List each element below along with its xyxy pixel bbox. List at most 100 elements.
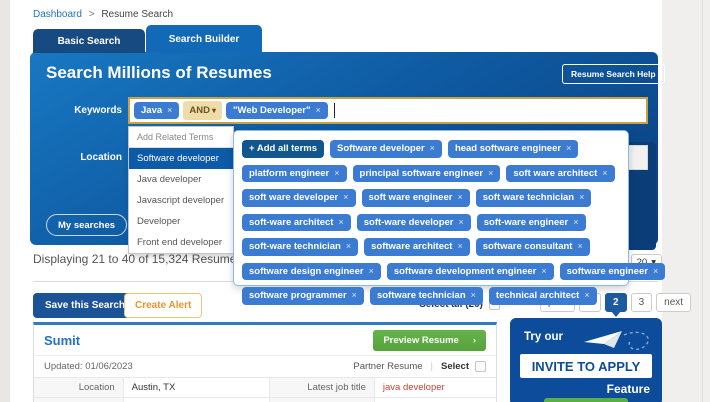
field-value-highlighted: java developer bbox=[374, 377, 496, 398]
remove-icon[interactable]: × bbox=[459, 217, 464, 227]
remove-icon[interactable]: × bbox=[579, 193, 584, 202]
table-row: Location Austin, TX Latest job title jav… bbox=[34, 377, 496, 398]
remove-icon[interactable]: × bbox=[541, 266, 546, 276]
field-value: 30 miles bbox=[374, 397, 496, 402]
breadcrumb: Dashboard > Resume Search bbox=[33, 9, 173, 20]
remove-icon[interactable]: × bbox=[369, 266, 374, 276]
paper-airplane-icon bbox=[584, 331, 649, 351]
text-cursor bbox=[333, 103, 335, 118]
remove-icon[interactable]: × bbox=[566, 144, 571, 153]
related-term-chip[interactable]: soft-ware architect × bbox=[242, 213, 351, 231]
related-term-chip[interactable]: software consultant × bbox=[475, 238, 590, 256]
breadcrumb-separator: > bbox=[88, 9, 95, 20]
tab-basic-search[interactable]: Basic Search bbox=[33, 29, 145, 53]
remove-icon[interactable]: × bbox=[653, 266, 658, 276]
related-term-chip[interactable]: soft ware architect × bbox=[506, 164, 615, 182]
dropdown-item-java-developer[interactable]: Java developer bbox=[129, 169, 233, 190]
preview-resume-button[interactable]: Preview Resume › bbox=[373, 329, 486, 351]
page-left-margin bbox=[0, 0, 10, 402]
related-terms-popup: + Add all terms Software developer × head… bbox=[233, 130, 666, 305]
remove-icon[interactable]: × bbox=[338, 217, 343, 227]
select-resume-label: Select bbox=[441, 361, 469, 372]
related-term-chip[interactable]: software design engineer × bbox=[242, 262, 381, 280]
related-term-chip[interactable]: head software engineer × bbox=[447, 140, 579, 158]
remove-icon[interactable]: × bbox=[577, 242, 582, 251]
related-term-chip[interactable]: soft ware technician × bbox=[475, 189, 592, 207]
panel-title: Search Millions of Resumes bbox=[46, 63, 272, 82]
candidate-name-link[interactable]: Sumit bbox=[44, 333, 80, 348]
resume-search-help-button[interactable]: Resume Search Help bbox=[562, 64, 665, 84]
operator-chip-and[interactable]: AND ▾ bbox=[183, 101, 223, 120]
updated-date: Updated: 01/06/2023 bbox=[44, 361, 133, 372]
my-searches-button[interactable]: My searches bbox=[46, 214, 128, 236]
promo-line2: INVITE TO APPLY bbox=[520, 354, 652, 378]
related-term-chip[interactable]: soft ware developer × bbox=[242, 189, 356, 207]
remove-icon[interactable]: × bbox=[343, 193, 348, 202]
related-term-chip[interactable]: software engineer × bbox=[559, 262, 666, 280]
dropdown-item-software-developer[interactable]: Software developer bbox=[129, 148, 241, 169]
location-label: Location bbox=[80, 152, 122, 163]
remove-icon[interactable]: × bbox=[315, 106, 320, 115]
breadcrumb-dashboard-link[interactable]: Dashboard bbox=[33, 9, 82, 20]
create-alert-button[interactable]: Create Alert bbox=[124, 293, 203, 318]
remove-icon[interactable]: × bbox=[602, 168, 607, 178]
resume-result-card: Sumit Preview Resume › Updated: 01/06/20… bbox=[33, 322, 497, 402]
related-term-chip[interactable]: software development engineer × bbox=[386, 262, 554, 280]
related-term-chip[interactable]: soft-ware engineer × bbox=[476, 213, 586, 231]
keyword-chip-java[interactable]: Java × bbox=[134, 101, 180, 120]
related-term-chip[interactable]: technical architect × bbox=[488, 287, 597, 305]
promo-line3: Feature bbox=[606, 382, 650, 396]
remove-icon[interactable]: × bbox=[334, 168, 339, 178]
keywords-input[interactable]: Java × AND ▾ "Web Developer" × bbox=[128, 97, 648, 124]
breadcrumb-current: Resume Search bbox=[101, 9, 174, 20]
add-all-terms-button[interactable]: + Add all terms bbox=[242, 140, 325, 158]
dropdown-item-developer[interactable]: Developer bbox=[129, 211, 233, 232]
results-count-text: Displaying 21 to 40 of 15,324 Resumes bbox=[33, 252, 243, 266]
chevron-right-icon: › bbox=[472, 334, 476, 346]
table-row: Desired job title Java Developer Willing… bbox=[34, 397, 496, 402]
dropdown-header: Add Related Terms bbox=[129, 127, 233, 148]
candidate-details-table: Location Austin, TX Latest job title jav… bbox=[34, 377, 496, 402]
related-term-chip[interactable]: soft ware engineer × bbox=[361, 189, 470, 207]
related-terms-dropdown: Add Related Terms Software developer Jav… bbox=[128, 126, 241, 254]
remove-icon[interactable]: × bbox=[430, 144, 435, 153]
tab-search-builder[interactable]: Search Builder bbox=[146, 25, 262, 53]
field-value-highlighted: Java Developer bbox=[123, 397, 270, 402]
related-term-chip[interactable]: software programmer × bbox=[242, 287, 364, 305]
remove-icon[interactable]: × bbox=[457, 242, 462, 251]
remove-icon[interactable]: × bbox=[346, 242, 351, 251]
related-term-chip[interactable]: Software developer × bbox=[330, 140, 442, 158]
dropdown-item-front-end-developer[interactable]: Front end developer bbox=[129, 232, 233, 253]
pagination-next[interactable]: next bbox=[656, 293, 692, 312]
field-label: Latest job title bbox=[269, 377, 375, 398]
remove-icon[interactable]: × bbox=[471, 291, 476, 300]
resume-search-page: Dashboard > Resume Search Basic Search S… bbox=[0, 0, 710, 402]
related-term-chip[interactable]: platform engineer × bbox=[242, 164, 347, 182]
remove-icon[interactable]: × bbox=[352, 291, 357, 300]
scrollbar-track[interactable] bbox=[702, 0, 703, 402]
field-label: Willing to commute bbox=[269, 397, 375, 402]
related-term-chip[interactable]: software technician × bbox=[369, 287, 483, 305]
remove-icon[interactable]: × bbox=[167, 106, 172, 115]
save-search-button[interactable]: Save this Search bbox=[33, 293, 138, 318]
keyword-chip-web-developer[interactable]: "Web Developer" × bbox=[226, 101, 328, 120]
caret-down-icon: ▾ bbox=[212, 106, 217, 115]
partner-resume-label: Partner Resume bbox=[353, 361, 423, 372]
related-term-chip[interactable]: soft-ware technician × bbox=[242, 238, 359, 256]
remove-icon[interactable]: × bbox=[573, 217, 578, 227]
related-term-chip[interactable]: software architect × bbox=[364, 238, 470, 256]
vertical-divider: | bbox=[430, 361, 433, 372]
dropdown-item-javascript-developer[interactable]: Javascript developer bbox=[129, 190, 233, 211]
promo-cta-button[interactable] bbox=[544, 398, 628, 402]
field-value: Austin, TX bbox=[123, 377, 270, 398]
remove-icon[interactable]: × bbox=[584, 291, 589, 300]
related-term-chip[interactable]: soft-ware developer × bbox=[356, 213, 471, 231]
field-label: Location bbox=[34, 377, 124, 398]
remove-icon[interactable]: × bbox=[488, 168, 493, 178]
remove-icon[interactable]: × bbox=[457, 193, 462, 202]
invite-to-apply-banner[interactable]: Try our INVITE TO APPLY Feature bbox=[510, 318, 662, 402]
related-term-chip[interactable]: principal software engineer × bbox=[352, 164, 501, 182]
pagination-page-3[interactable]: 3 bbox=[630, 293, 653, 312]
select-resume-checkbox[interactable] bbox=[475, 361, 486, 372]
field-label: Desired job title bbox=[34, 397, 124, 402]
